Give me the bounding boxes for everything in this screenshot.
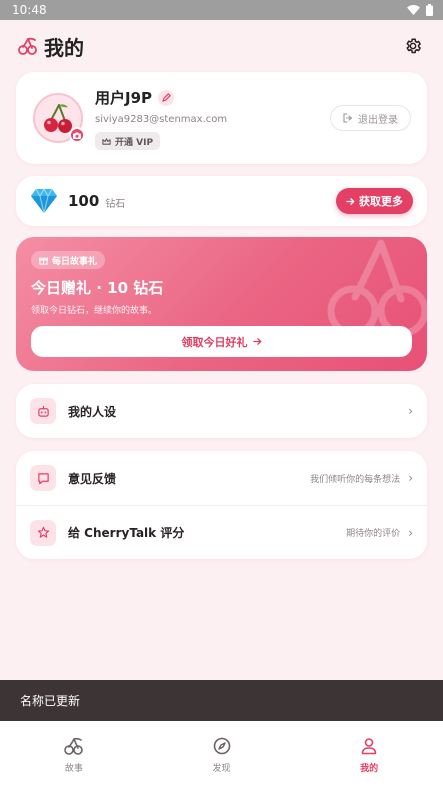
feedback-label: 意见反馈 (68, 471, 117, 486)
battery-icon (426, 4, 433, 16)
menu-item-feedback[interactable]: 意见反馈 我们倾听你的每条想法 › (16, 451, 427, 505)
gift-badge-label: 每日故事礼 (52, 256, 98, 267)
edit-username-button[interactable] (158, 89, 175, 106)
rate-hint: 期待你的评价 (346, 529, 401, 539)
bottom-nav: 故事 发现 我的 (0, 721, 443, 789)
gear-icon (406, 38, 421, 54)
crown-icon (102, 137, 111, 145)
persona-icon-wrap (30, 398, 56, 424)
diamond-balance-card: 100 钻石 获取更多 (16, 176, 427, 226)
arrow-right-icon (252, 338, 261, 345)
diamond-icon (31, 188, 57, 214)
status-time: 10:48 (12, 3, 47, 17)
get-more-label: 获取更多 (359, 195, 403, 208)
page-header: 我的 (0, 20, 443, 72)
diamond-count: 100 (68, 192, 100, 210)
gift-icon (39, 257, 48, 265)
user-email: siviya9283@stenmax.com (95, 114, 228, 125)
user-icon (361, 737, 377, 754)
logout-label: 退出登录 (358, 114, 398, 126)
arrow-right-icon (346, 197, 355, 205)
message-icon (37, 472, 49, 484)
daily-gift-card: 每日故事礼 今日赠礼 · 10 钻石 领取今日钻石，继续你的故事。 领取今日好礼 (16, 237, 427, 371)
persona-card: 我的人设 › (16, 384, 427, 438)
gift-title: 今日赠礼 · 10 钻石 (31, 279, 164, 297)
cherry-icon (64, 737, 83, 755)
wifi-icon (407, 5, 420, 15)
avatar[interactable] (33, 93, 85, 143)
feedback-icon-wrap (30, 465, 56, 491)
vip-button[interactable]: 开通 VIP (95, 132, 161, 150)
cherry-logo-icon (18, 37, 37, 55)
status-icons (407, 4, 433, 16)
nav-label-stories: 故事 (64, 763, 83, 774)
get-more-diamonds-button[interactable]: 获取更多 (336, 188, 413, 214)
nav-label-me: 我的 (360, 763, 379, 774)
robot-icon (37, 405, 49, 417)
pencil-icon (161, 93, 171, 102)
status-bar: 10:48 (0, 0, 443, 20)
username: 用户J9P (95, 89, 153, 107)
rate-icon-wrap (30, 519, 56, 546)
change-avatar-button[interactable] (69, 127, 85, 143)
nav-label-discover: 发现 (212, 763, 231, 774)
nav-item-discover[interactable]: 发现 (148, 721, 296, 789)
menu-item-rate[interactable]: 给 CherryTalk 评分 期待你的评价 › (16, 505, 427, 559)
camera-icon (73, 132, 81, 139)
feedback-card: 意见反馈 我们倾听你的每条想法 › 给 CherryTalk 评分 期待你的评价… (16, 451, 427, 559)
nav-item-stories[interactable]: 故事 (0, 721, 148, 789)
vip-label: 开通 VIP (115, 137, 154, 148)
feedback-hint: 我们倾听你的每条想法 (310, 474, 401, 485)
gift-subtitle: 领取今日钻石，继续你的故事。 (31, 306, 158, 316)
nav-item-me[interactable]: 我的 (295, 721, 443, 789)
cherry-decoration-icon (327, 239, 427, 337)
menu-item-persona[interactable]: 我的人设 › (16, 384, 427, 438)
page-title: 我的 (44, 35, 84, 60)
rate-label: 给 CherryTalk 评分 (68, 526, 185, 540)
chevron-right-icon: › (408, 525, 413, 540)
gift-badge: 每日故事礼 (31, 251, 106, 269)
logout-button[interactable]: 退出登录 (330, 105, 411, 131)
star-icon (37, 526, 49, 538)
persona-label: 我的人设 (68, 404, 117, 419)
settings-button[interactable] (401, 34, 425, 58)
toast-message: 名称已更新 (0, 680, 443, 721)
claim-gift-button[interactable]: 领取今日好礼 (31, 326, 412, 357)
chevron-right-icon: › (408, 471, 413, 485)
chevron-right-icon: › (408, 404, 413, 418)
claim-gift-label: 领取今日好礼 (181, 335, 248, 349)
compass-icon (213, 737, 230, 754)
logout-icon (343, 113, 353, 123)
diamond-unit: 钻石 (105, 199, 126, 210)
profile-card: 用户J9P siviya9283@stenmax.com 开通 VIP 退出登录 (16, 72, 427, 164)
